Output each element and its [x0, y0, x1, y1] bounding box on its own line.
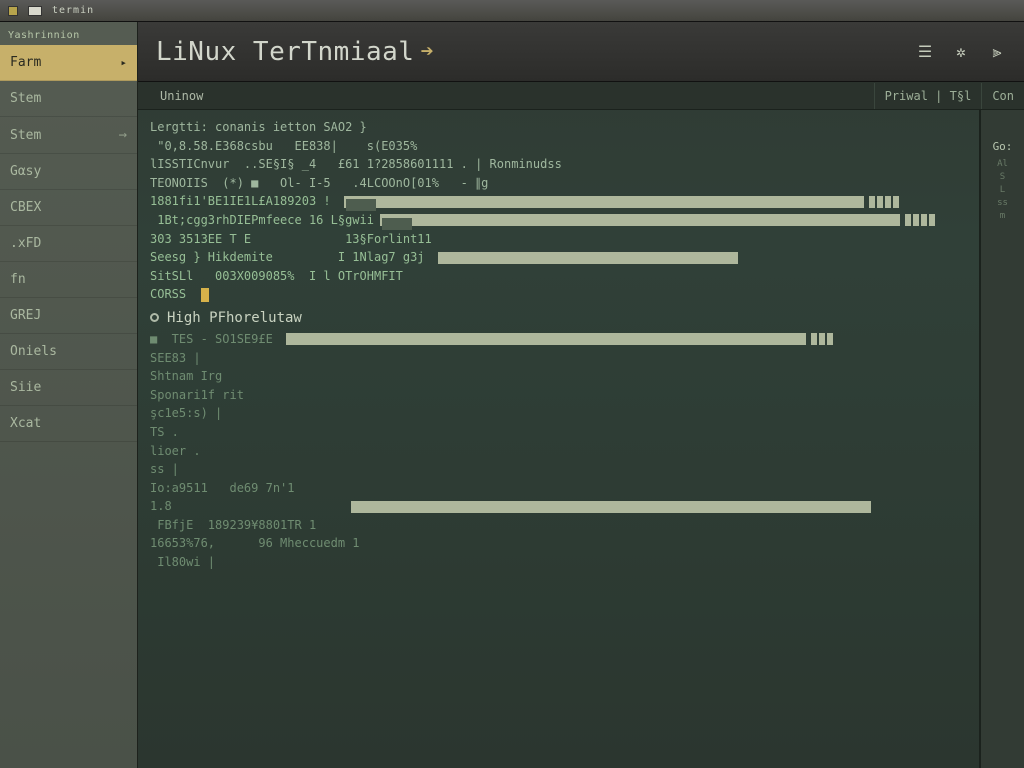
tab-left[interactable]: Uninow [148, 83, 215, 109]
terminal-line: lISSTICnvur ..SE§I§ _4 £61 1?2858601111 … [150, 155, 967, 174]
right-panel-row: S [981, 172, 1024, 182]
sidebar-item-label: Stem [10, 91, 41, 106]
window-control-icon[interactable] [8, 6, 18, 16]
bullet-icon [150, 313, 159, 322]
terminal-line: FBfjE 189239¥8801TR 1 [150, 516, 967, 535]
sidebar-item-5[interactable]: .xFD [0, 226, 137, 262]
terminal-line: 1.8 [150, 497, 967, 516]
bar-ticks [904, 214, 935, 226]
terminal-line: 16653%76, 96 Mheccuedm 1 [150, 534, 967, 553]
terminal-output[interactable]: Lergtti: conanis ietton SAO2 } "0,8.58.E… [138, 110, 980, 768]
terminal-line: lioer . [150, 442, 967, 461]
stack-icon[interactable]: ☰ [916, 43, 934, 61]
terminal-line: şc1e5:s) | [150, 404, 967, 423]
cursor [201, 288, 209, 302]
right-panel-row: ss [981, 198, 1024, 208]
terminal-line: Seesg } Hikdemite I 1Nlag7 g3j [150, 248, 967, 267]
progress-bar [286, 333, 806, 345]
main-panel: LiNux TerTnmiaal ➔ ☰ ✲ ⫸ Uninow Priwal |… [138, 22, 1024, 768]
terminal-line: Lergtti: conanis ietton SAO2 } [150, 118, 967, 137]
sidebar-item-label: Oniels [10, 344, 57, 359]
sidebar-item-3[interactable]: Gαsy [0, 154, 137, 190]
terminal-line: Shtnam Irg [150, 367, 967, 386]
right-panel-row: Al [981, 159, 1024, 169]
app-title: LiNux TerTnmiaal ➔ [156, 37, 434, 67]
sidebar-item-label: Xcat [10, 416, 41, 431]
bar-ticks [810, 333, 833, 345]
terminal-line: TEONOIIS (*) ■ Ol- I-5 .4LCOOnO[01% - ∥g [150, 174, 967, 193]
sidebar-item-label: Stem [10, 128, 41, 143]
section-header: High PFhorelutaw [150, 310, 967, 326]
titlebar: LiNux TerTnmiaal ➔ ☰ ✲ ⫸ [138, 22, 1024, 82]
sidebar-item-8[interactable]: Oniels [0, 334, 137, 370]
terminal-line: ■ TES - SO1SE9£E [150, 330, 967, 349]
window-control-icon[interactable] [28, 6, 42, 16]
tab-right-1[interactable]: Con [981, 83, 1024, 109]
sidebar-item-label: CBEX [10, 200, 41, 215]
progress-bar [438, 252, 738, 264]
meter-icon[interactable]: ⫸ [988, 43, 1006, 61]
terminal-line: ss | [150, 460, 967, 479]
progress-bar [344, 196, 864, 208]
sidebar-item-2[interactable]: Stem → [0, 117, 137, 154]
tab-right-0[interactable]: Priwal | T§l [874, 83, 982, 109]
terminal-line: CORSS [150, 285, 967, 304]
terminal-line: Sponari1f rit [150, 386, 967, 405]
sidebar-header: Yashrinnion [0, 26, 137, 45]
app-title-text: LiNux TerTnmiaal [156, 37, 414, 67]
sidebar-item-4[interactable]: CBEX [0, 190, 137, 226]
sidebar-item-9[interactable]: Siie [0, 370, 137, 406]
progress-bar [380, 214, 900, 226]
terminal-line: Il80wi | [150, 553, 967, 572]
gear-icon[interactable]: ✲ [952, 43, 970, 61]
sidebar-item-0[interactable]: Farm ▸ [0, 45, 137, 81]
right-panel: Go: Al SLss m [980, 110, 1024, 768]
sidebar-item-1[interactable]: Stem [0, 81, 137, 117]
arrow-right-icon: → [119, 127, 127, 143]
terminal-line: 1881fi1'BE1IE1L£A189203 ! [150, 192, 967, 211]
progress-bar [351, 501, 871, 513]
app-root: Yashrinnion Farm ▸ Stem Stem → Gαsy CBEX .xFD fn… [0, 22, 1024, 768]
sidebar-item-label: Farm [10, 55, 41, 70]
sidebar-item-label: Gαsy [10, 164, 41, 179]
sidebar-item-10[interactable]: Xcat [0, 406, 137, 442]
sidebar: Yashrinnion Farm ▸ Stem Stem → Gαsy CBEX .xFD fn… [0, 22, 138, 768]
sidebar-item-6[interactable]: fn [0, 262, 137, 298]
terminal-line: 1Bt;cgg3rhDIEPmfeece 16 L§gwii [150, 211, 967, 230]
terminal-line: Io:a9511 de69 7n'1 [150, 479, 967, 498]
right-panel-row: L [981, 185, 1024, 195]
prompt-arrow-icon: ➔ [420, 39, 434, 64]
caret-icon: ▸ [120, 56, 127, 69]
right-panel-row: m [981, 211, 1024, 221]
sidebar-item-label: fn [10, 272, 26, 287]
sidebar-item-label: GREJ [10, 308, 41, 323]
terminal-line: SEE83 | [150, 349, 967, 368]
window-title: termin [52, 5, 94, 16]
terminal-line: SitSLl 003X009085% I l OTrOHMFIT [150, 267, 967, 286]
right-panel-head: Go: [981, 140, 1024, 153]
terminal-line: "0,8.58.E368csbu EE838| s(E035% [150, 137, 967, 156]
sidebar-item-label: .xFD [10, 236, 41, 251]
tab-row: Uninow Priwal | T§l Con [138, 82, 1024, 110]
sidebar-item-label: Siie [10, 380, 41, 395]
sidebar-item-7[interactable]: GREJ [0, 298, 137, 334]
bar-ticks [868, 196, 899, 208]
section-header-text: High PFhorelutaw [167, 310, 302, 326]
terminal-line: TS . [150, 423, 967, 442]
window-chrome: termin [0, 0, 1024, 22]
terminal-line: 303 3513EE T E 13§Forlint11 [150, 230, 967, 249]
titlebar-icons: ☰ ✲ ⫸ [916, 43, 1006, 61]
